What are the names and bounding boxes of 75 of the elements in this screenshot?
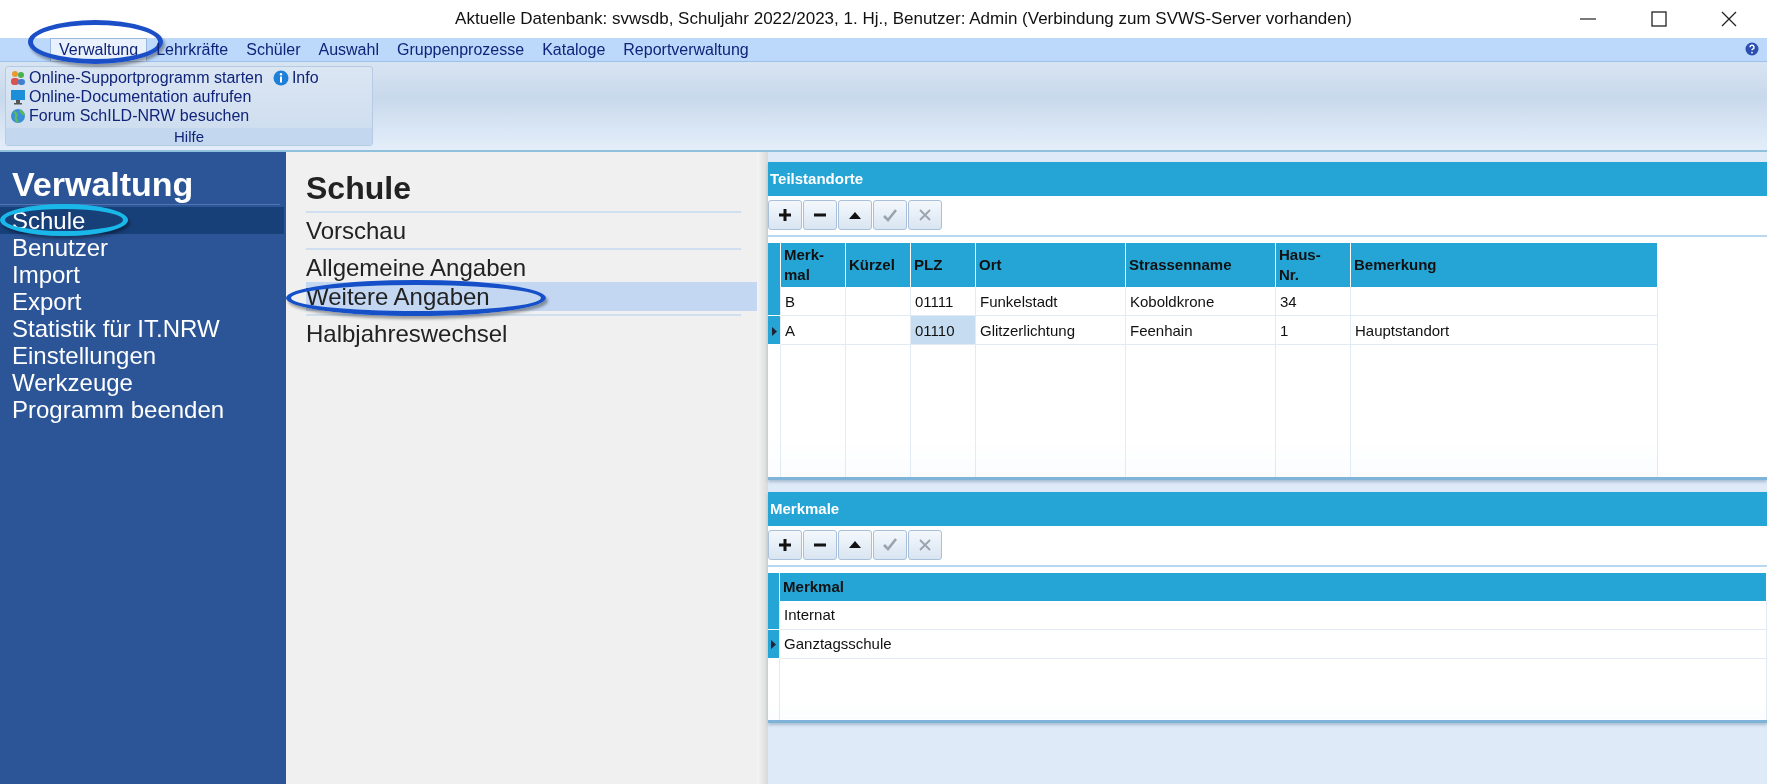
panel-header: Merkmale — [768, 491, 1767, 526]
menu-tab[interactable]: Lehrkräfte — [147, 38, 238, 61]
menu-tab[interactable]: Schüler — [237, 38, 310, 61]
current-row-icon — [771, 640, 777, 649]
checkmark-icon — [883, 538, 897, 551]
cross-icon — [919, 538, 931, 551]
column-header[interactable]: Bemerkung — [1350, 243, 1658, 287]
table-cell: A — [780, 315, 846, 345]
toolbar-button[interactable] — [768, 529, 802, 560]
table-cell: 01110 — [910, 315, 976, 345]
minus-icon — [814, 213, 826, 217]
panel-header: Teilstandorte — [768, 162, 1767, 196]
table-cell: Hauptstandort — [1350, 315, 1658, 345]
close-icon[interactable] — [1721, 11, 1737, 27]
cross-icon — [919, 209, 931, 221]
table-cell: Ganztagsschule — [779, 629, 1767, 658]
menu-tab[interactable]: Kataloge — [533, 38, 615, 61]
maximize-icon[interactable] — [1651, 11, 1667, 27]
monitor-icon — [10, 88, 26, 105]
triangle-up-icon — [849, 211, 861, 219]
menu-tab[interactable]: Reportverwaltung — [614, 38, 758, 61]
menu-tab[interactable]: Gruppenprozesse — [387, 38, 534, 61]
table-cell: Funkelstadt — [975, 287, 1126, 316]
minus-icon — [814, 542, 826, 547]
triangle-up-icon — [849, 541, 861, 548]
menu-tab[interactable]: Auswahl — [309, 38, 388, 61]
sidebar-item[interactable]: Programm beenden — [0, 396, 284, 423]
nav-item[interactable]: Weitere Angaben — [306, 282, 757, 311]
nav-item[interactable]: Vorschau — [306, 216, 741, 245]
sidebar-item[interactable]: Import — [0, 261, 284, 288]
row-indicator[interactable] — [768, 629, 780, 658]
info-icon — [272, 69, 289, 86]
ribbon-item[interactable]: Online-Documentation aufrufen — [10, 87, 263, 106]
toolbar-button[interactable] — [803, 529, 837, 560]
help-icon[interactable] — [1745, 42, 1759, 56]
sidebar-item[interactable]: Werkzeuge — [0, 369, 284, 396]
window-title: Aktuelle Datenbank: svwsdb, Schuljahr 2022/2023, 1. Hj., Benutzer: Admin (Verbindung zum SVWS-Server vorhanden) — [455, 9, 1352, 29]
sidebar-item[interactable]: Einstellungen — [0, 342, 284, 369]
toolbar-button[interactable] — [803, 200, 837, 230]
info-button[interactable]: Info — [272, 68, 319, 87]
table-cell: 34 — [1275, 287, 1351, 316]
column-header[interactable]: Ort — [975, 243, 1126, 287]
ribbon-item[interactable]: Forum SchILD-NRW besuchen — [10, 106, 263, 125]
column-header[interactable]: Haus- Nr. — [1275, 243, 1351, 287]
nav-item[interactable]: Halbjahreswechsel — [306, 319, 741, 348]
table-cell: Glitzerlichtung — [975, 315, 1126, 345]
group-label: Hilfe — [6, 128, 372, 145]
sidebar-item[interactable]: Benutzer — [0, 234, 284, 261]
table-cell: Feenhain — [1125, 315, 1276, 345]
nav-item[interactable]: Allgemeine Angaben — [306, 253, 741, 282]
table-cell: 01111 — [910, 287, 976, 316]
toolbar-button[interactable] — [838, 529, 872, 560]
table-cell: B — [780, 287, 846, 316]
sidebar-item[interactable]: Export — [0, 288, 284, 315]
column-header[interactable]: PLZ — [910, 243, 976, 287]
plus-icon — [779, 209, 791, 221]
section-title: Schule — [306, 168, 741, 213]
globe-icon — [10, 107, 26, 124]
current-row-icon — [771, 326, 777, 336]
sidebar-title: Verwaltung — [0, 164, 280, 205]
column-header[interactable]: Merk- mal — [780, 243, 846, 287]
table-cell: Internat — [779, 600, 1767, 629]
column-header[interactable]: Kürzel — [845, 243, 911, 287]
column-header[interactable]: Strassenname — [1125, 243, 1276, 287]
row-indicator[interactable] — [768, 315, 781, 345]
plus-icon — [779, 538, 791, 551]
ribbon-item[interactable]: Online-Supportprogramm starten — [10, 68, 263, 87]
table-cell: 1 — [1275, 315, 1351, 345]
toolbar-button[interactable] — [838, 200, 872, 230]
sidebar-item[interactable]: Statistik für IT.NRW — [0, 315, 284, 342]
table-cell: Koboldkrone — [1125, 287, 1276, 316]
column-header[interactable]: Merkmal — [779, 572, 1767, 601]
people-icon — [10, 69, 26, 86]
toolbar-button[interactable] — [768, 200, 802, 230]
checkmark-icon — [883, 208, 897, 222]
